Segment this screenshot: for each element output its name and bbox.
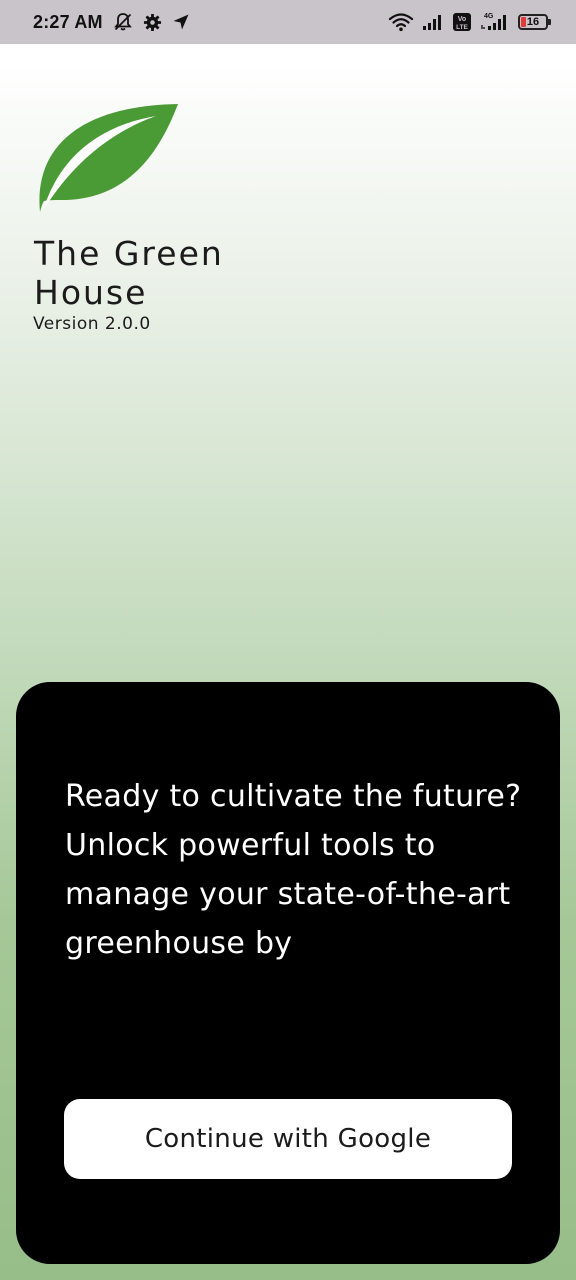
continue-with-google-button[interactable]: Continue with Google: [64, 1099, 512, 1179]
svg-text:LTE: LTE: [456, 24, 468, 31]
wifi-icon: [388, 12, 414, 32]
svg-text:Vo: Vo: [458, 16, 466, 23]
volte-icon: Vo LTE: [452, 12, 472, 32]
status-time: 2:27 AM: [33, 11, 103, 32]
status-bar: 2:27 AM Vo LTE 4G 16: [0, 0, 576, 44]
location-arrow-icon: [172, 13, 190, 31]
welcome-card: Ready to cultivate the future? Unlock po…: [16, 682, 560, 1264]
battery-icon: 16: [518, 14, 551, 30]
login-screen: 2:27 AM Vo LTE 4G 16 The Green House Ver…: [0, 0, 576, 1280]
app-version: Version 2.0.0: [33, 314, 151, 334]
status-bar-left: 2:27 AM: [33, 0, 190, 44]
signal-icon: [422, 13, 444, 31]
svg-text:4G: 4G: [484, 13, 494, 20]
welcome-message: Ready to cultivate the future? Unlock po…: [65, 779, 522, 961]
signal-4g-icon: 4G: [480, 11, 510, 33]
battery-fill: [521, 17, 526, 27]
battery-level: 16: [526, 16, 540, 28]
app-title: The Green House: [34, 234, 224, 312]
leaf-icon: [39, 104, 178, 212]
status-bar-right: Vo LTE 4G 16: [388, 0, 551, 44]
settings-gear-icon: [143, 13, 162, 32]
notifications-off-icon: [113, 12, 133, 32]
